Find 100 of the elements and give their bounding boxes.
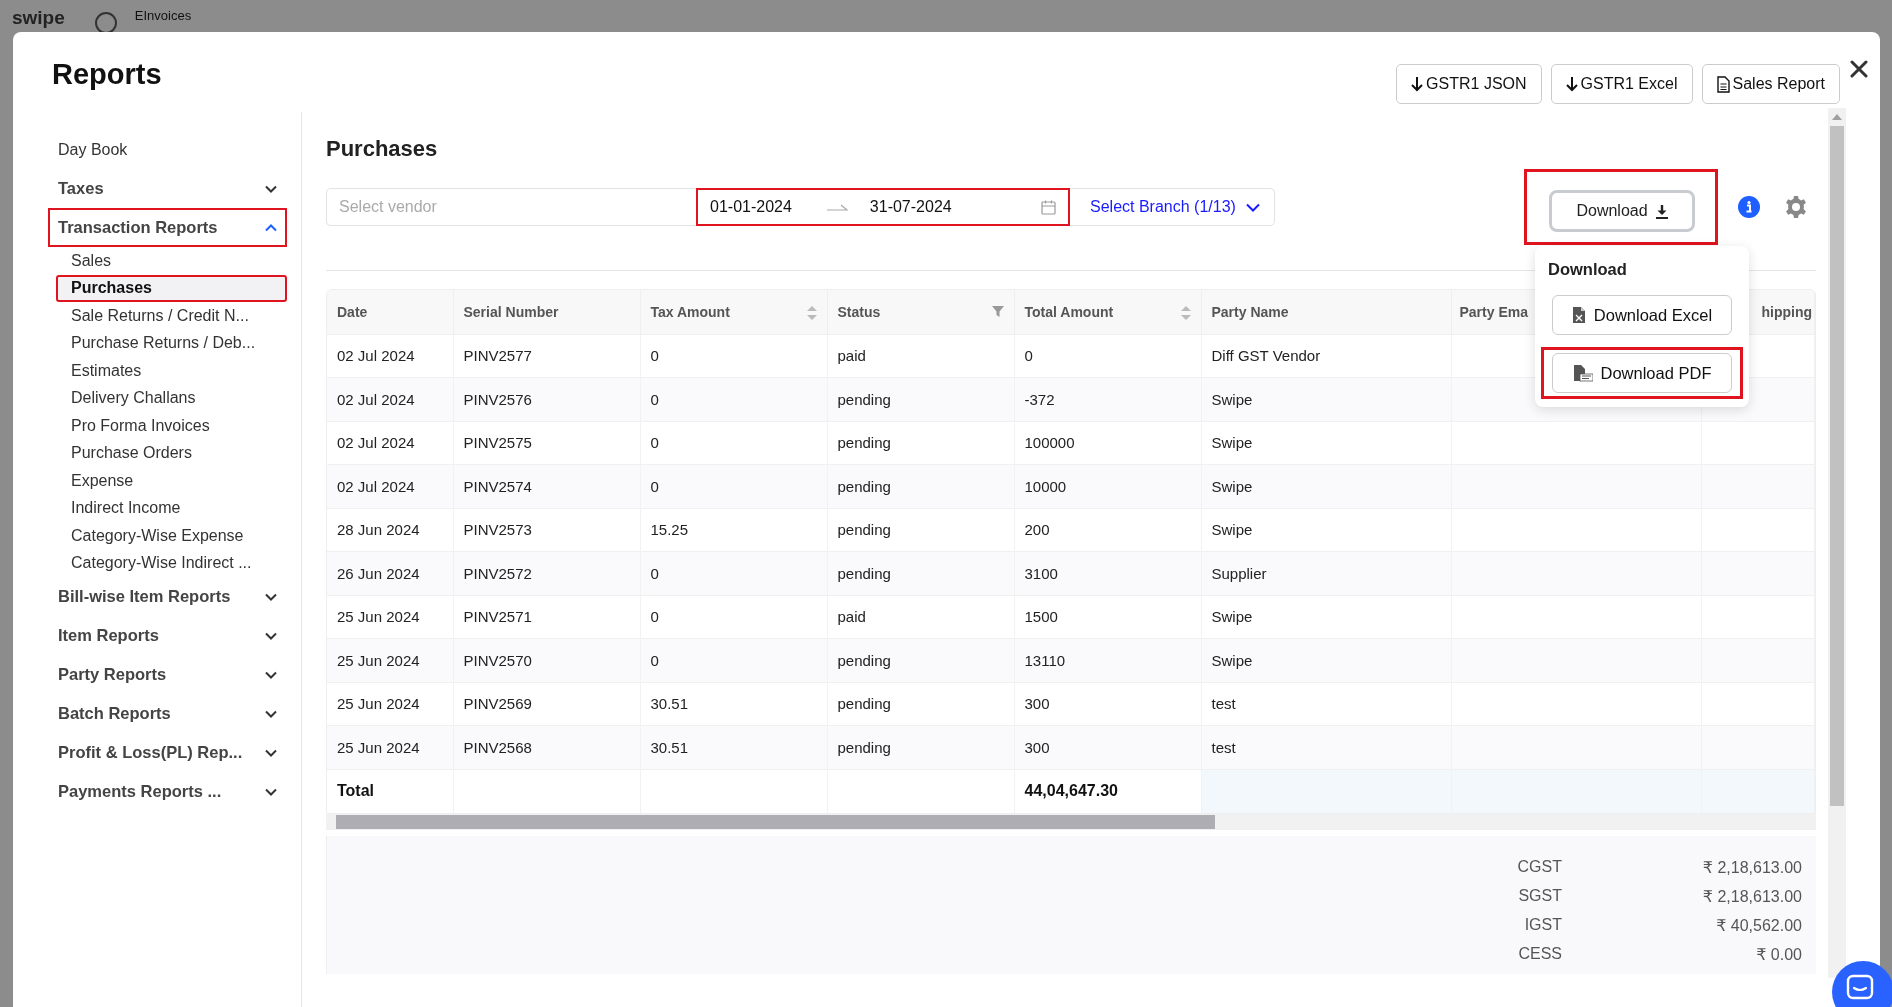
- column-header: Serial Number: [453, 290, 640, 334]
- tax-value: ₹ 40,562.00: [1715, 916, 1802, 935]
- chevron-down-icon: [265, 787, 277, 796]
- document-icon: [1716, 75, 1730, 93]
- vendor-select[interactable]: Select vendor: [326, 188, 696, 226]
- sidebar-group[interactable]: Batch Reports: [56, 694, 287, 733]
- tax-label: CESS: [1517, 945, 1562, 964]
- table-cell: 0: [640, 638, 827, 682]
- vertical-scrollbar[interactable]: [1828, 108, 1846, 978]
- sidebar-item[interactable]: Day Book: [58, 130, 287, 169]
- download-button[interactable]: Download: [1549, 190, 1695, 232]
- total-label: Total: [327, 769, 453, 813]
- table-cell: 02 Jul 2024: [327, 464, 453, 508]
- column-header: Status: [827, 290, 1014, 334]
- tax-value: ₹ 2,18,613.00: [1701, 858, 1802, 877]
- sidebar-group[interactable]: Profit & Loss(PL) Rep...: [56, 733, 287, 772]
- chevron-down-icon: [1245, 202, 1260, 212]
- app-logo[interactable]: swipe: [12, 8, 65, 28]
- sidebar-group[interactable]: Payments Reports ...: [56, 772, 287, 811]
- chevron-down-icon: [265, 592, 277, 601]
- download-icon: [1655, 203, 1668, 219]
- table-cell: 26 Jun 2024: [327, 551, 453, 595]
- branch-select[interactable]: Select Branch (1/13): [1070, 188, 1275, 226]
- menu-title: Download: [1548, 260, 1628, 280]
- table-cell: PINV2576: [453, 377, 640, 421]
- sidebar-subitem[interactable]: Estimates: [56, 357, 287, 385]
- table-cell: pending: [827, 464, 1014, 508]
- table-cell: pending: [827, 638, 1014, 682]
- chevron-down-icon: [265, 748, 277, 757]
- table-cell: Swipe: [1201, 464, 1451, 508]
- sidebar-subitem[interactable]: Sale Returns / Credit N...: [56, 302, 287, 330]
- sidebar-group[interactable]: Bill-wise Item Reports: [56, 577, 287, 616]
- download-arrow-icon: [1411, 76, 1424, 92]
- report-button[interactable]: GSTR1 Excel: [1550, 64, 1693, 104]
- sort-icon: [806, 305, 817, 320]
- close-icon[interactable]: [1848, 58, 1870, 80]
- sidebar-subitem[interactable]: Category-Wise Expense: [56, 522, 287, 550]
- download-arrow-icon: [1565, 76, 1578, 92]
- sort-icon: [1180, 305, 1191, 320]
- menu-button[interactable]: Download Excel: [1552, 295, 1732, 335]
- table-cell: 30.51: [640, 725, 827, 769]
- table-cell: PINV2568: [453, 725, 640, 769]
- excel-file-icon: [1571, 306, 1586, 324]
- tax-label: SGST: [1517, 887, 1562, 906]
- sidebar-subitem[interactable]: Sales: [56, 247, 287, 275]
- date-range-picker[interactable]: 01-01-2024 31-07-2024: [696, 188, 1070, 226]
- table-cell: test: [1201, 725, 1451, 769]
- section-title: EInvoices: [134, 8, 192, 23]
- tax-label: IGST: [1523, 916, 1562, 935]
- table-cell: PINV2574: [453, 464, 640, 508]
- sidebar-subitem[interactable]: Purchase Orders: [56, 439, 287, 467]
- modal-title: Reports: [52, 58, 163, 90]
- column-header: Tax Amount: [640, 290, 827, 334]
- table-cell: Swipe: [1201, 638, 1451, 682]
- info-icon[interactable]: [1738, 196, 1760, 218]
- sidebar-subitem[interactable]: Expense: [56, 467, 287, 495]
- settings-icon[interactable]: [1784, 195, 1808, 219]
- sidebar-group[interactable]: Item Reports: [56, 616, 287, 655]
- table-cell: Swipe: [1201, 377, 1451, 421]
- table-cell: 0: [640, 377, 827, 421]
- start-date: 01-01-2024: [710, 198, 792, 216]
- table-cell: pending: [827, 725, 1014, 769]
- table-cell: 10000: [1014, 464, 1201, 508]
- report-title: Purchases: [326, 136, 439, 162]
- chat-icon: [1846, 974, 1874, 1000]
- end-date: 31-07-2024: [869, 198, 952, 216]
- total-amount: 44,04,647.30: [1014, 769, 1201, 813]
- chevron-down-icon: [265, 631, 277, 640]
- sidebar-subitem[interactable]: Indirect Income: [56, 494, 287, 522]
- report-button[interactable]: GSTR1 JSON: [1396, 64, 1542, 104]
- sidebar-subitem[interactable]: Purchases: [56, 274, 287, 302]
- table-cell: -372: [1014, 377, 1201, 421]
- table-cell: pending: [827, 377, 1014, 421]
- column-header: Date: [327, 290, 453, 334]
- sidebar-group[interactable]: Taxes: [56, 169, 287, 208]
- table-cell: 13110: [1014, 638, 1201, 682]
- column-header: Total Amount: [1014, 290, 1201, 334]
- chat-button[interactable]: [1832, 961, 1892, 1007]
- chevron-up-icon: [265, 223, 277, 232]
- sidebar-subitem[interactable]: Purchase Returns / Deb...: [56, 329, 287, 357]
- chevron-down-icon: [265, 184, 277, 193]
- sidebar-subitem[interactable]: Category-Wise Indirect ...: [56, 549, 287, 577]
- sidebar-group[interactable]: Party Reports: [56, 655, 287, 694]
- horizontal-scrollbar[interactable]: [326, 814, 1816, 830]
- tax-label: CGST: [1516, 858, 1562, 877]
- table-cell: 300: [1014, 725, 1201, 769]
- menu-button[interactable]: Download PDF: [1552, 353, 1732, 393]
- table-cell: pending: [827, 551, 1014, 595]
- sidebar-subitem[interactable]: Delivery Challans: [56, 384, 287, 412]
- sidebar-group[interactable]: Transaction Reports: [48, 208, 287, 247]
- pdf-file-icon: [1572, 364, 1593, 382]
- table-cell: 0: [640, 464, 827, 508]
- calendar-icon: [1041, 199, 1056, 215]
- table-cell: 3100: [1014, 551, 1201, 595]
- table-cell: Supplier: [1201, 551, 1451, 595]
- chevron-down-icon: [265, 709, 277, 718]
- tax-value: ₹ 0.00: [1755, 945, 1802, 964]
- sidebar-subitem[interactable]: Pro Forma Invoices: [56, 412, 287, 440]
- report-button[interactable]: Sales Report: [1701, 64, 1840, 104]
- table-cell: 25 Jun 2024: [327, 638, 453, 682]
